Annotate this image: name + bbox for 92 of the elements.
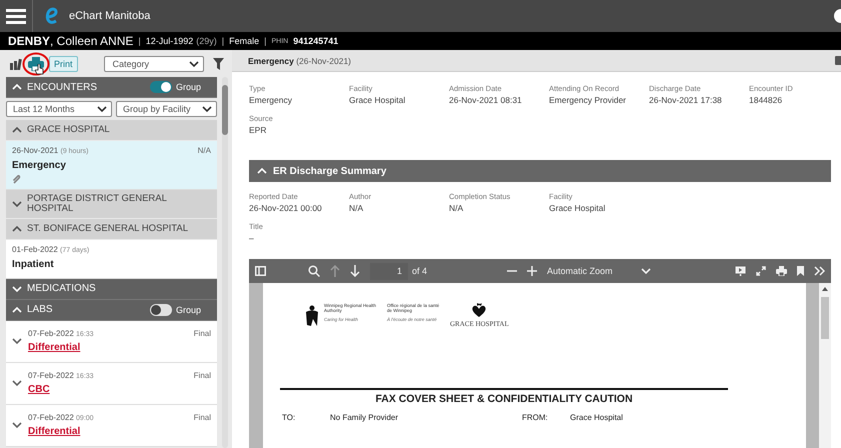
field-value: Grace Hospital (549, 203, 606, 213)
section-title: ENCOUNTERS (27, 82, 98, 92)
field-value: Grace Hospital (349, 95, 406, 105)
logo-icon (43, 6, 59, 26)
lab-link[interactable]: Differential (28, 342, 80, 353)
bookmark-icon[interactable] (797, 266, 804, 276)
grouping-dropdown[interactable]: Group by Facility (116, 101, 217, 117)
separator: | (222, 36, 224, 46)
encounter-status: N/A (198, 146, 211, 155)
arrow-down-icon[interactable] (350, 265, 360, 277)
toggle-switch[interactable] (150, 304, 172, 316)
field-value: 26-Nov-2021 08:31 (449, 95, 523, 105)
birth-date: 12-Jul-1992 (146, 36, 194, 46)
section-header[interactable]: MEDICATIONS (6, 278, 217, 300)
group-header[interactable]: GRACE HOSPITAL (6, 120, 217, 141)
double-chevron-icon[interactable] (814, 266, 825, 276)
fax-field-label: FROM: (522, 413, 549, 422)
chevron-down-icon[interactable] (12, 336, 22, 345)
detail-title: Emergency (26-Nov-2021) (248, 56, 352, 66)
scrollbar[interactable] (819, 283, 831, 448)
scroll-up-icon[interactable] (822, 287, 828, 291)
section-title: ER Discharge Summary (273, 166, 386, 176)
chevron-down-icon[interactable] (202, 105, 212, 113)
phin-number: 941245741 (293, 36, 338, 46)
field-value: Emergency (249, 95, 293, 105)
page-count: of 4 (412, 266, 428, 276)
category-dropdown[interactable]: Category (104, 56, 204, 72)
lab-link[interactable]: Differential (28, 426, 80, 437)
section-header[interactable]: ER Discharge Summary (249, 160, 831, 182)
lab-status: Final (194, 370, 211, 380)
fax-field-value: Grace Hospital (570, 413, 623, 422)
lab-status: Final (194, 328, 211, 338)
field-value: 26-Nov-2021 17:38 (649, 95, 723, 105)
group-header[interactable]: PORTAGE DISTRICT GENERAL HOSPITAL (6, 190, 217, 219)
encounter-type: Inpatient (12, 258, 55, 270)
fax-field-value: No Family Provider (330, 413, 398, 422)
patient-sex: Female (229, 36, 260, 46)
patient-age: (29y) (196, 36, 217, 46)
chevron-down-icon[interactable] (12, 420, 22, 429)
toggle-label: Group (176, 304, 201, 315)
search-icon[interactable] (308, 265, 320, 277)
patient-name: DENBY, Colleen ANNE (8, 34, 134, 48)
field-value: Emergency Provider (549, 95, 628, 105)
field-value: 1844826 (749, 95, 784, 105)
section-title: LABS (27, 304, 54, 316)
zoom-dropdown[interactable]: Automatic Zoom (547, 266, 651, 276)
fax-field-label: TO: (282, 413, 296, 422)
figure-logo-icon (305, 305, 319, 327)
lab-link[interactable]: CBC (28, 384, 50, 395)
scrollbar[interactable] (222, 77, 228, 448)
field-value: EPR (249, 125, 268, 135)
chevron-down-icon[interactable] (12, 378, 22, 387)
lab-status: Final (194, 412, 211, 422)
group-title: GRACE HOSPITAL (27, 125, 110, 135)
field-value: 26-Nov-2021 00:00 (249, 203, 323, 213)
chevron-down-icon[interactable] (97, 105, 107, 113)
fullscreen-icon[interactable] (756, 266, 766, 276)
scrollbar-thumb[interactable] (222, 85, 228, 135)
section-title: MEDICATIONS (27, 283, 97, 294)
presentation-icon[interactable] (735, 266, 746, 276)
section-header[interactable]: ENCOUNTERS Group (6, 77, 217, 98)
separator: | (264, 36, 266, 46)
chevron-down-icon[interactable] (188, 60, 199, 68)
document-heading: FAX COVER SHEET & CONFIDENTIALITY CAUTION (280, 388, 728, 405)
group-header[interactable]: ST. BONIFACE GENERAL HOSPITAL (6, 218, 217, 240)
period-dropdown[interactable]: Last 12 Months (6, 101, 112, 117)
menu-icon[interactable] (6, 8, 26, 24)
print-icon[interactable] (776, 266, 787, 276)
group-title: ST. BONIFACE GENERAL HOSPITAL (27, 224, 188, 234)
field-value: N/A (449, 203, 464, 213)
toggle-switch[interactable] (150, 81, 172, 93)
page-number-field[interactable]: 1 (370, 262, 408, 280)
field-value: N/A (349, 203, 364, 213)
separator: | (138, 36, 141, 46)
scrollbar-thumb[interactable] (821, 297, 829, 339)
group-title: PORTAGE DISTRICT GENERAL HOSPITAL (27, 194, 168, 214)
field-value: – (249, 233, 255, 243)
chevron-up-icon[interactable] (12, 224, 22, 233)
filter-icon[interactable] (212, 58, 224, 70)
highlight-circle (22, 52, 50, 76)
app-title: eChart Manitoba (69, 10, 152, 22)
toggle-label: Group (176, 82, 201, 92)
section-header[interactable]: LABS Group (6, 300, 217, 321)
sidebar-toggle-icon[interactable] (255, 266, 266, 276)
avatar-icon[interactable] (833, 8, 841, 24)
chevron-up-icon[interactable] (12, 126, 22, 134)
paperclip-icon[interactable] (12, 175, 21, 184)
encounter-type: Emergency (12, 160, 67, 171)
hospital-logo-icon (470, 303, 488, 317)
hand-cursor-icon (35, 64, 44, 74)
zoom-in-icon[interactable] (527, 266, 538, 276)
print-button[interactable]: Print (49, 56, 78, 72)
